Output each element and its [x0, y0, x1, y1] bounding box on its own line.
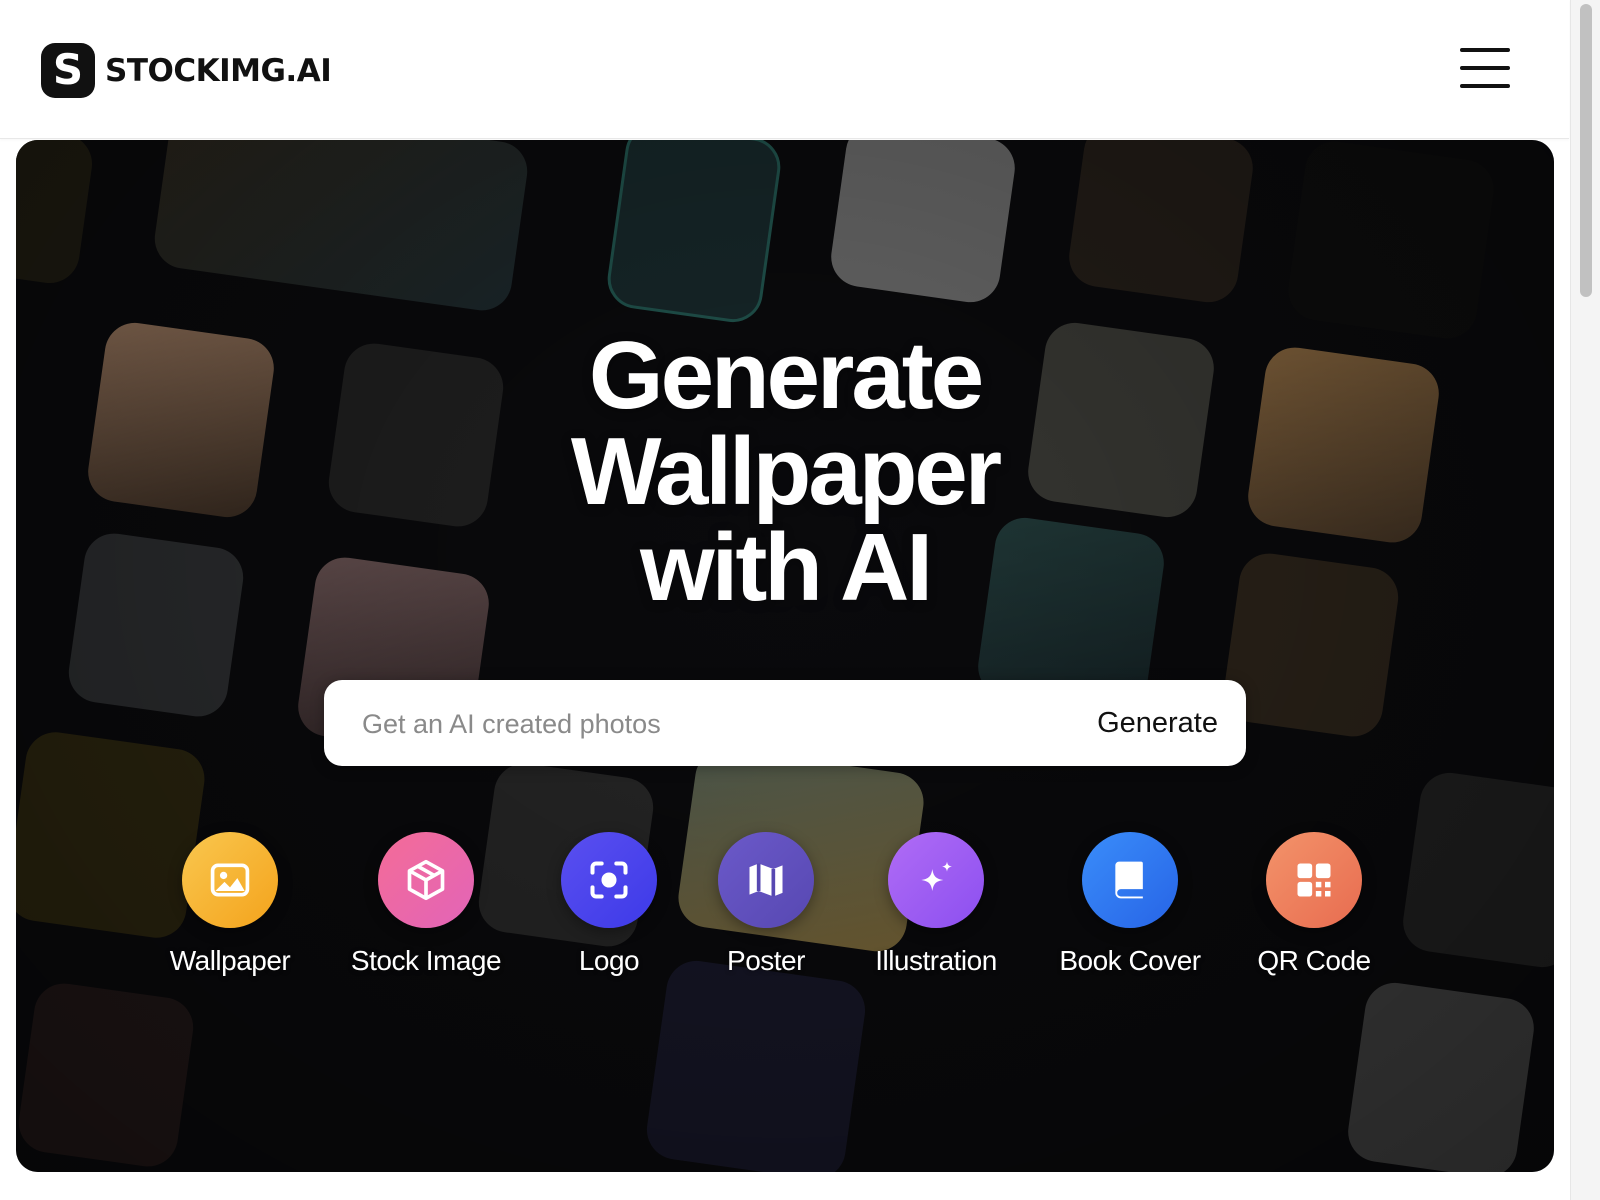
scrollbar-thumb[interactable] — [1580, 4, 1592, 297]
logo-mark-icon: S — [41, 43, 95, 98]
map-icon — [718, 832, 814, 928]
prompt-input[interactable] — [360, 680, 1004, 768]
qr-code-icon — [1266, 832, 1362, 928]
hamburger-menu-icon[interactable] — [1460, 48, 1510, 88]
sparkle-icon — [888, 832, 984, 928]
hero-section: Generate Wallpaper with AI Generate Wall… — [16, 140, 1554, 1172]
prompt-search-bar: Generate — [324, 680, 1246, 768]
hero-title: Generate Wallpaper with AI — [570, 322, 1002, 621]
brand-name: STOCKIMG.AI — [105, 52, 332, 89]
page-scrollbar[interactable] — [1570, 0, 1600, 1200]
scan-target-icon — [561, 832, 657, 928]
image-icon — [182, 832, 278, 928]
generate-button[interactable]: Generate — [1097, 680, 1218, 766]
book-icon — [1082, 832, 1178, 928]
brand-logo[interactable]: S STOCKIMG.AI — [41, 43, 332, 98]
category-list: Wallpaper Stock Image Logo Poster Illust… — [16, 832, 1554, 1002]
box-icon — [378, 832, 474, 928]
site-header: S STOCKIMG.AI — [0, 0, 1569, 139]
hero-overlay — [16, 140, 1554, 1172]
